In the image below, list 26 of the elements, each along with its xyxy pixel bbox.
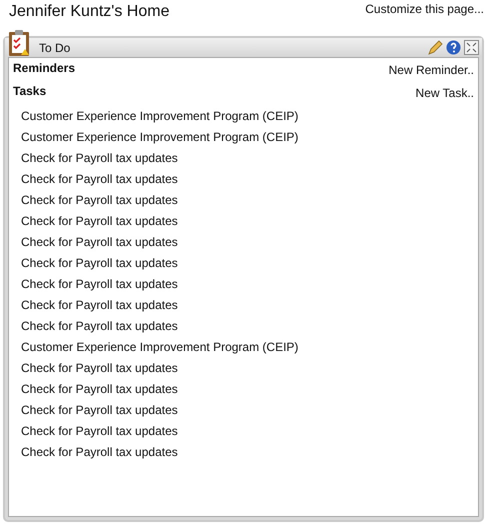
new-task-link[interactable]: New Task.. <box>416 86 474 100</box>
task-item[interactable]: Check for Payroll tax updates <box>9 316 178 337</box>
task-item[interactable]: Customer Experience Improvement Program (CEIP) <box>9 337 298 358</box>
task-item[interactable]: Check for Payroll tax updates <box>9 190 178 211</box>
task-item[interactable]: Check for Payroll tax updates <box>9 379 178 400</box>
customize-link[interactable]: Customize this page... <box>365 2 484 16</box>
panel-title: To Do <box>39 40 70 54</box>
task-item[interactable]: Check for Payroll tax updates <box>9 232 178 253</box>
task-item[interactable]: Check for Payroll tax updates <box>9 253 178 274</box>
task-item[interactable]: Customer Experience Improvement Program (CEIP) <box>9 106 298 127</box>
task-item[interactable]: Customer Experience Improvement Program (CEIP) <box>9 127 298 148</box>
task-item[interactable]: Check for Payroll tax updates <box>9 358 178 379</box>
task-item[interactable]: Check for Payroll tax updates <box>9 442 178 463</box>
task-item[interactable]: Check for Payroll tax updates <box>9 295 178 316</box>
task-item[interactable]: Check for Payroll tax updates <box>9 211 178 232</box>
task-item[interactable]: Check for Payroll tax updates <box>9 274 178 295</box>
task-item[interactable]: Check for Payroll tax updates <box>9 400 178 421</box>
page-title: Jennifer Kuntz's Home <box>9 3 170 21</box>
reminders-heading: Reminders <box>13 61 76 75</box>
task-item[interactable]: Check for Payroll tax updates <box>9 421 178 442</box>
tasks-heading: Tasks <box>13 84 46 98</box>
new-reminder-link[interactable]: New Reminder.. <box>388 63 474 77</box>
expand-icon[interactable] <box>464 40 479 55</box>
task-item[interactable]: Check for Payroll tax updates <box>9 148 178 169</box>
help-icon[interactable] <box>446 40 461 55</box>
task-item[interactable]: Check for Payroll tax updates <box>9 169 178 190</box>
